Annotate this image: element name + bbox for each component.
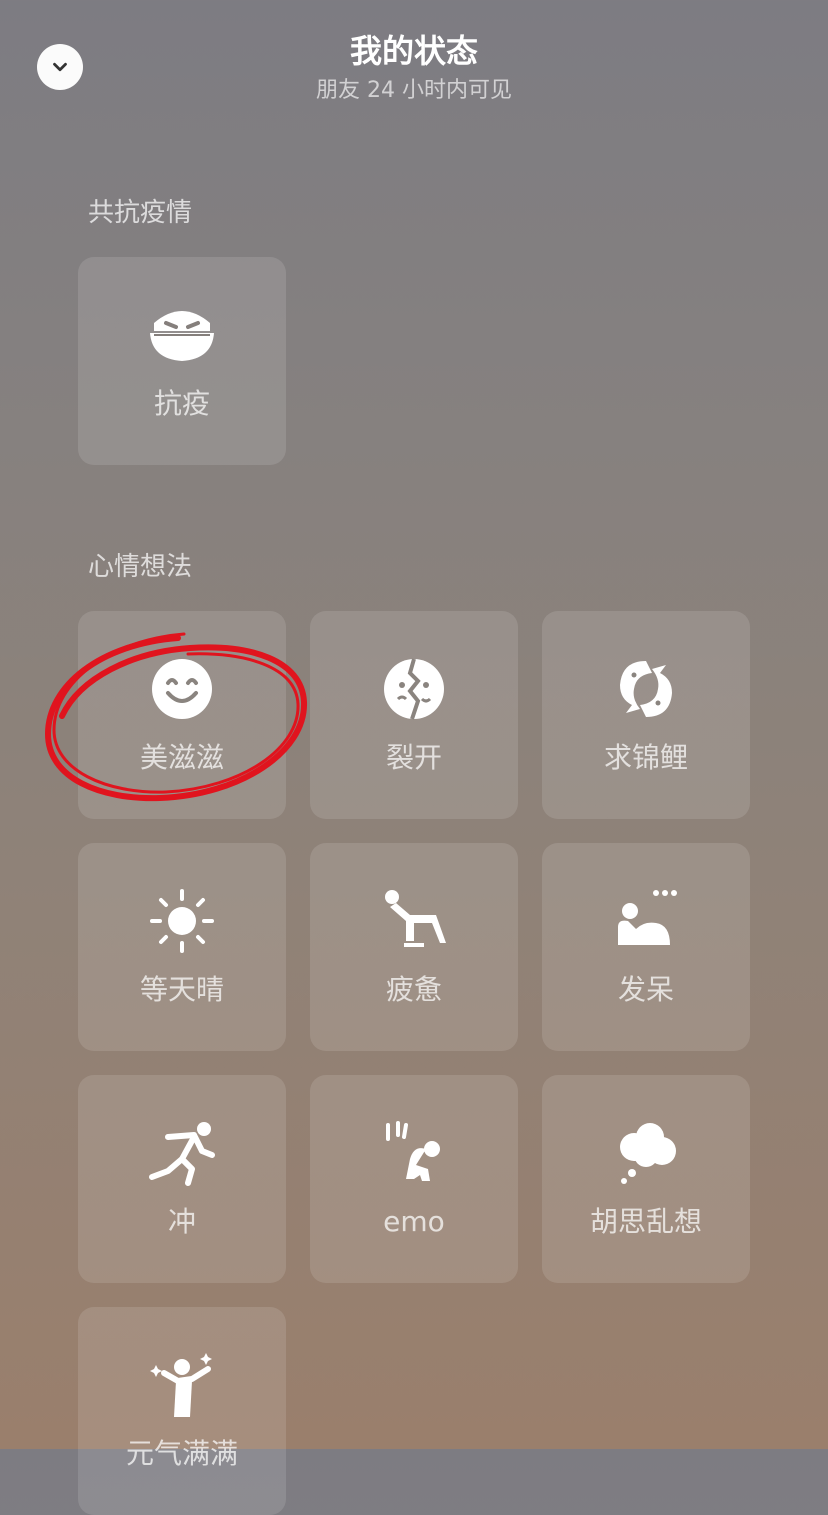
status-tile-sunny[interactable]: 等天晴: [78, 843, 286, 1051]
status-tile-label: 抗疫: [153, 387, 210, 420]
status-tile-dazed[interactable]: 发呆: [542, 843, 750, 1051]
page-title: 我的状态: [349, 32, 478, 70]
status-tile-daydream[interactable]: 胡思乱想: [542, 1075, 750, 1283]
koi-fish-icon: [612, 655, 680, 723]
thought-cloud-icon: [612, 1119, 680, 1187]
status-tile-koi[interactable]: 求锦鲤: [542, 611, 750, 819]
status-tile-label: 疲惫: [385, 973, 442, 1006]
running-person-icon: [148, 1119, 216, 1187]
dazed-person-icon: [612, 887, 680, 955]
smile-face-icon: [148, 655, 216, 723]
tired-person-icon: [380, 887, 448, 955]
status-tile-label: 美滋滋: [139, 741, 224, 774]
section-title-mood: 心情想法: [88, 552, 193, 582]
status-tile-label: 等天晴: [139, 973, 224, 1006]
status-tile-label: emo: [383, 1205, 445, 1238]
sun-icon: [148, 887, 216, 955]
status-tile-label: 裂开: [385, 741, 442, 774]
status-tile-label: 胡思乱想: [589, 1205, 702, 1238]
status-tile-label: 发呆: [617, 973, 674, 1006]
status-tile-label: 冲: [167, 1205, 196, 1238]
status-tile-label: 求锦鲤: [603, 741, 688, 774]
sad-person-icon: [380, 1119, 448, 1187]
mask-face-icon: [148, 301, 216, 369]
status-tile-rush[interactable]: 冲: [78, 1075, 286, 1283]
status-tile-tired[interactable]: 疲惫: [310, 843, 518, 1051]
status-tile-happy[interactable]: 美滋滋: [78, 611, 286, 819]
page-subtitle: 朋友 24 小时内可见: [316, 78, 512, 103]
section-title-anti-epidemic: 共抗疫情: [88, 198, 193, 228]
status-tile-emo[interactable]: emo: [310, 1075, 518, 1283]
cracked-face-icon: [380, 655, 448, 723]
header: 我的状态 朋友 24 小时内可见: [0, 30, 828, 106]
status-tile-anti-epidemic[interactable]: 抗疫: [78, 257, 286, 465]
status-tile-energetic[interactable]: 元气满满: [78, 1307, 286, 1515]
status-tile-cracked[interactable]: 裂开: [310, 611, 518, 819]
status-tile-label: 元气满满: [125, 1437, 238, 1470]
energetic-person-icon: [148, 1351, 216, 1419]
